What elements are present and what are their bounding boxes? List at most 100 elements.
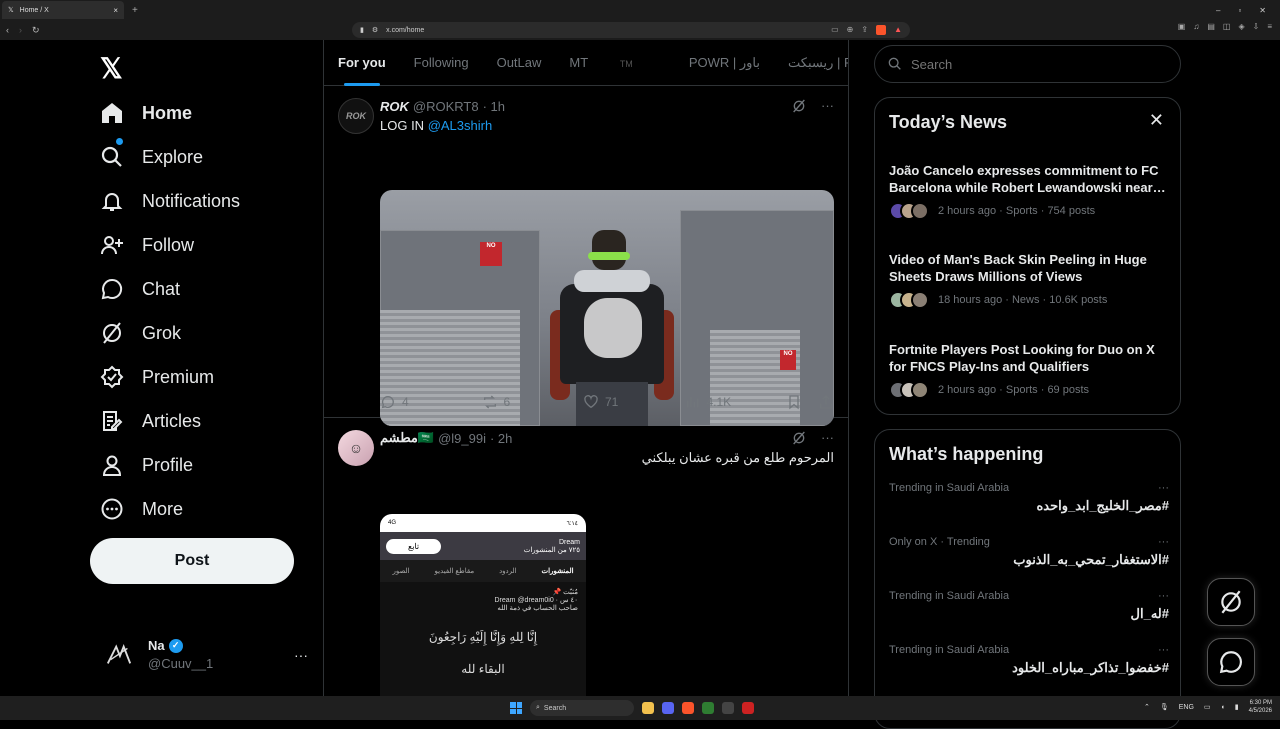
minimize-button[interactable]: ‒ [1216,6,1220,15]
tab-outlaw[interactable]: OutLaw [497,55,542,70]
tweet-time[interactable]: · 2h [490,431,512,446]
back-icon[interactable]: ‹ [6,25,9,35]
sidebar-item-profile[interactable]: Profile [100,453,193,477]
tab-close-icon[interactable]: × [113,6,118,15]
browser-tab[interactable]: 𝕏 Home / X × [2,1,124,19]
menu-icon[interactable]: ≡ [1267,22,1272,31]
trend-item[interactable]: Trending in Saudi Arabia ··· #مصر_الخليج_… [889,482,1169,514]
excel-icon[interactable] [702,702,714,714]
start-button[interactable] [510,702,522,714]
tweet[interactable]: ☺ مطشم🇸🇦 @l9_99i · 2h ··· المرحوم طلع من… [324,418,848,696]
tab-for-you[interactable]: For you [338,55,386,86]
zoom-icon[interactable]: ⊕ [847,25,854,35]
network-icon[interactable]: ▭ [1204,703,1211,711]
sidebar-item-explore[interactable]: Explore [100,145,203,169]
new-tab-button[interactable]: + [132,5,138,16]
avatar[interactable]: ROK [338,98,374,134]
battery-icon[interactable]: ▮ [1235,703,1239,711]
avatar[interactable]: ☺ [338,430,374,466]
site-info-icon[interactable]: ⚙ [372,26,378,34]
sidebar-item-follow[interactable]: Follow [100,233,194,257]
grok-fab-button[interactable] [1207,578,1255,626]
trend-more-icon[interactable]: ··· [1158,536,1169,548]
tab-respect[interactable]: ريسبكت | Respect [788,55,848,71]
search-input[interactable] [911,56,1151,72]
tweet-time[interactable]: · 1h [483,99,505,114]
mic-icon[interactable]: 🎙 [1160,703,1169,711]
reader-icon[interactable]: ▤ [1207,22,1215,31]
share-icon[interactable]: ⇪ [861,25,868,35]
account-more-icon[interactable]: ··· [294,647,308,663]
sidebar-item-articles[interactable]: Articles [100,409,201,433]
reply-button[interactable]: 4 [380,394,482,410]
app-icon[interactable] [742,702,754,714]
reload-icon[interactable]: ↻ [32,25,40,36]
mention-link[interactable]: @AL3shirh [428,118,493,133]
tray-chevron-icon[interactable]: ⌃ [1144,703,1150,711]
sidebar-item-grok[interactable]: Grok [100,321,181,345]
tweet-author-name[interactable]: ROK [380,99,409,114]
news-item[interactable]: João Cancelo expresses commitment to FC … [889,162,1171,220]
clock-date: 4/5/2026 [1248,708,1272,714]
tweet-author-handle[interactable]: @l9_99i [438,431,486,446]
repost-button[interactable]: 6 [482,394,584,410]
wallet-icon[interactable]: ◫ [1223,22,1231,31]
sidebar-item-home[interactable]: Home [100,101,192,125]
x-logo-icon[interactable]: 𝕏 [100,52,123,85]
rewards-icon[interactable]: ▲ [894,25,902,35]
chat-fab-button[interactable] [1207,638,1255,686]
tab-powr[interactable]: POWR | باور [689,55,760,71]
views-button[interactable]: 4.1K [685,394,787,410]
brave-shield-icon[interactable] [876,25,887,35]
tweet-author-name[interactable]: مطشم🇸🇦 [380,430,434,446]
tab-following[interactable]: Following [414,55,469,70]
language-indicator[interactable]: ENG [1179,704,1194,711]
like-button[interactable]: 71 [583,394,685,410]
url-text[interactable]: x.com/home [386,27,424,34]
account-switcher[interactable]: Na ✓ @Cuuv__1 ··· [104,638,308,671]
vpn-icon[interactable]: ◈ [1238,22,1244,31]
news-item[interactable]: Fortnite Players Post Looking for Duo on… [889,341,1171,399]
trend-more-icon[interactable]: ··· [1158,644,1169,656]
gamepad-icon[interactable] [722,702,734,714]
brave-browser-icon[interactable] [682,702,694,714]
music-icon[interactable]: ♫ [1193,22,1199,31]
trend-more-icon[interactable]: ··· [1158,482,1169,494]
search-box[interactable] [874,45,1181,83]
address-bar[interactable]: ▮ ⚙ x.com/home ▭ ⊕ ⇪ ▲ [352,22,910,38]
close-window-button[interactable]: ✕ [1259,6,1266,15]
volume-icon[interactable]: ◖ [1221,704,1225,711]
sidebar-item-chat[interactable]: Chat [100,277,180,301]
forward-icon[interactable]: › [19,25,22,35]
trend-item[interactable]: Only on X · Trending ··· #الاستغفار_تمحي_… [889,536,1169,568]
sidebar-item-more[interactable]: More [100,497,183,521]
bookmark-icon[interactable]: ▮ [360,26,364,34]
tweet-image[interactable]: 4G ٦:١٤ تابع Dream ٧٢٥ من المنشورات الصو… [380,514,586,696]
more-icon[interactable]: ··· [821,98,834,114]
share-icon[interactable] [818,394,834,410]
clock[interactable]: 6:30 PM 4/5/2026 [1249,699,1272,715]
maximize-button[interactable]: ▫ [1238,6,1241,15]
tab-mt[interactable]: MT TM [569,55,660,70]
taskbar-search[interactable]: ⌕ Search [530,700,634,716]
tweet-author-handle[interactable]: @ROKRT8 [413,99,479,114]
cast-icon[interactable]: ▭ [831,25,839,35]
more-icon[interactable]: ··· [821,430,834,446]
discord-icon[interactable] [662,702,674,714]
sidebar-item-premium[interactable]: Premium [100,365,214,389]
sidebar-toggle-icon[interactable]: ▣ [1178,22,1186,31]
post-button[interactable]: Post [90,538,294,584]
tweet[interactable]: ROK ROK @ROKRT8 · 1h ··· LOG IN @AL3shir… [324,86,848,426]
bookmark-icon[interactable] [786,394,802,410]
file-explorer-icon[interactable] [642,702,654,714]
downloads-icon[interactable]: ⇩ [1253,22,1260,31]
trend-item[interactable]: Trending in Saudi Arabia ··· #له_ال [889,590,1169,622]
trend-item[interactable]: Trending in Saudi Arabia ··· #خفضوا_تذاكر… [889,644,1169,676]
sidebar-item-notifications[interactable]: Notifications [100,189,240,213]
close-icon[interactable]: ✕ [1149,110,1164,131]
trend-more-icon[interactable]: ··· [1158,590,1169,602]
grok-icon[interactable] [791,430,807,446]
tweet-image[interactable]: NO NO [380,190,834,426]
grok-icon[interactable] [791,98,807,114]
news-item[interactable]: Video of Man's Back Skin Peeling in Huge… [889,251,1171,309]
